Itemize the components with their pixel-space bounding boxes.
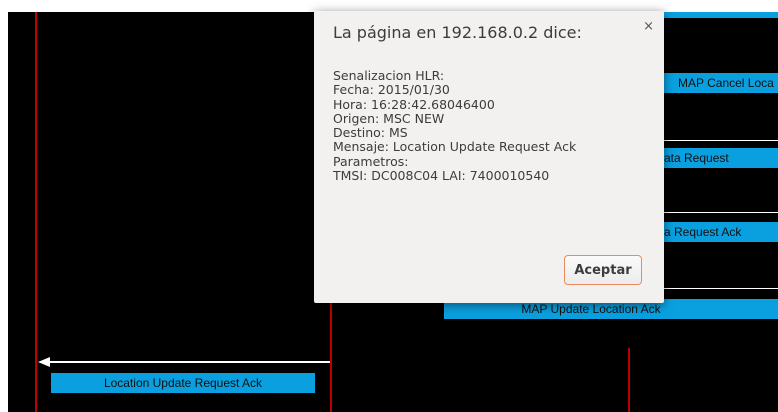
- dialog-line: TMSI: DC008C04 LAI: 7400010540: [333, 168, 550, 184]
- message-data-request[interactable]: ata Request: [664, 148, 778, 168]
- dialog-line: Mensaje: Location Update Request Ack: [333, 139, 577, 155]
- dialog-title: La página en 192.168.0.2 dice:: [333, 23, 582, 42]
- accept-button[interactable]: Aceptar: [564, 255, 642, 285]
- lifeline-msc: [330, 300, 332, 412]
- dialog-line: Destino: MS: [333, 125, 408, 141]
- message-location-update-request-ack[interactable]: Location Update Request Ack: [51, 373, 315, 393]
- dialog-message: Senalizacion HLR: Fecha: 2015/01/30 Hora…: [333, 68, 577, 184]
- message-box-top: [656, 12, 778, 18]
- message-arrow-line: [42, 361, 330, 363]
- message-line: [663, 140, 778, 141]
- message-map-cancel-location[interactable]: MAP Cancel Loca: [664, 73, 778, 93]
- alert-dialog: La página en 192.168.0.2 dice: × Senaliz…: [314, 11, 664, 303]
- message-line: [663, 212, 778, 213]
- lifeline-hlr: [628, 348, 630, 412]
- lifeline-ms: [35, 10, 37, 412]
- arrow-left-icon: [38, 357, 50, 367]
- dialog-line: Hora: 16:28:42.68046400: [333, 96, 495, 112]
- dialog-line: Parametros:: [333, 153, 409, 169]
- message-data-request-ack[interactable]: a Request Ack: [664, 222, 778, 242]
- dialog-line: Fecha: 2015/01/30: [333, 82, 450, 98]
- dialog-line: Senalizacion HLR:: [333, 68, 445, 83]
- message-line: [663, 288, 778, 289]
- dialog-line: Origen: MSC NEW: [333, 110, 445, 126]
- close-icon[interactable]: ×: [643, 19, 654, 34]
